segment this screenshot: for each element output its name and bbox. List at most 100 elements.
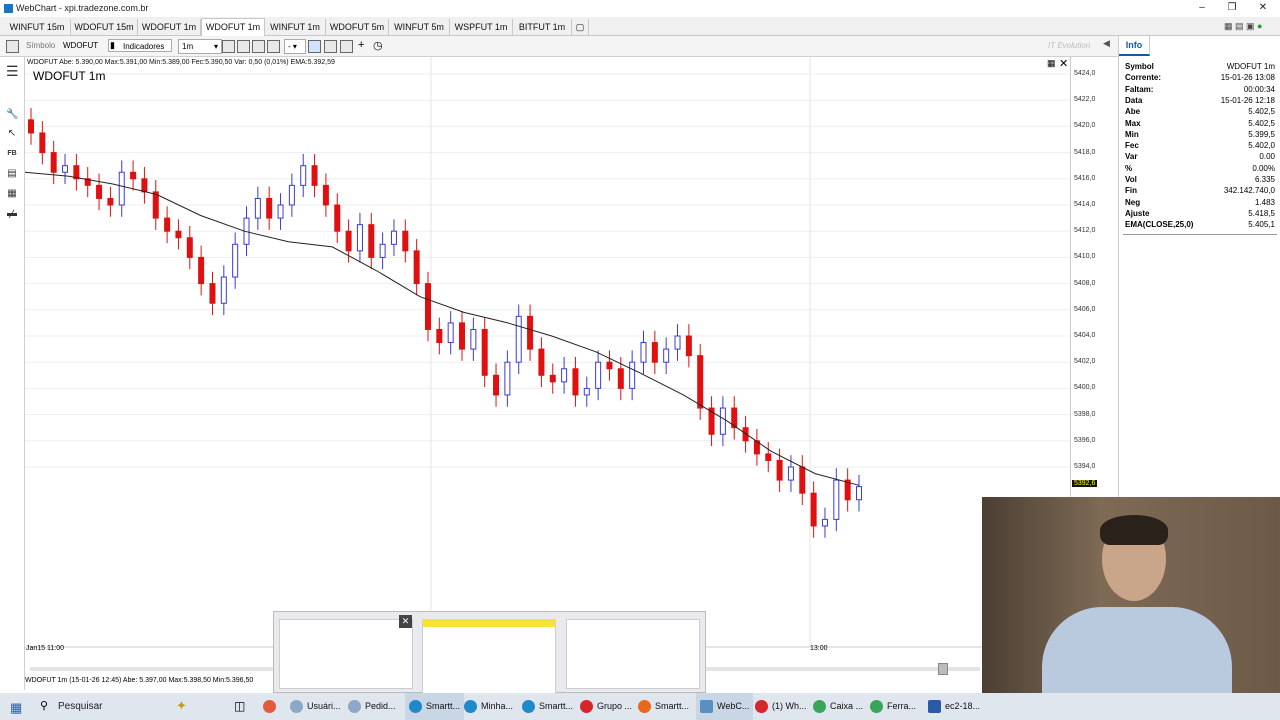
windows-start-icon[interactable]: ▦	[10, 700, 22, 716]
tab-wdofut-1m-active[interactable]: WDOFUT 1m	[201, 18, 265, 37]
tab-wdofut-1m[interactable]: WDOFUT 1m	[138, 19, 201, 35]
crosshair-icon[interactable]: +	[358, 39, 364, 51]
pointer-icon[interactable]: ↖	[6, 129, 18, 139]
taskbar-item-ferra[interactable]: Ferra...	[870, 693, 916, 720]
chart-menu-icon[interactable]	[6, 40, 19, 53]
layout-icon[interactable]	[308, 40, 321, 53]
candle-body	[345, 230, 352, 252]
taskbar-item-whatsapp[interactable]: (1) Wh...	[755, 693, 807, 720]
chart-options-icon[interactable]: ▦	[1047, 58, 1056, 69]
info-row: Abe 5.402,5	[1125, 107, 1275, 118]
tab-winfut-5m[interactable]: WINFUT 5m	[389, 19, 450, 35]
chart-canvas[interactable]	[24, 57, 1070, 657]
candle-body	[436, 328, 443, 344]
tab-bitfut-1m[interactable]: BITFUT 1m	[513, 19, 572, 35]
info-key: Fec	[1125, 141, 1139, 151]
taskbar-item-webchart[interactable]: WebC...	[696, 693, 754, 720]
info-key: Symbol	[1125, 62, 1154, 71]
tab-wdofut-5m[interactable]: WDOFUT 5m	[326, 19, 389, 35]
candle-body	[629, 361, 636, 389]
candle-body	[617, 368, 624, 389]
candle-body	[220, 276, 227, 304]
info-value: 5.402,5	[1248, 107, 1275, 117]
info-divider	[1123, 234, 1277, 235]
app-icon	[4, 4, 13, 13]
zoom-out-icon[interactable]	[237, 40, 250, 53]
fibonacci-icon[interactable]: FB	[6, 149, 18, 159]
taskbar-item-minha[interactable]: Minha...	[464, 693, 513, 720]
taskbar-item-smartt-2[interactable]: Smartt...	[522, 693, 573, 720]
scroll-handle[interactable]	[938, 663, 948, 675]
minimize-button[interactable]: –	[1192, 1, 1212, 15]
candle-body	[130, 171, 137, 180]
x-label-start: Jan15 11:00	[26, 645, 65, 652]
taskbar-preview[interactable]: ✕	[273, 611, 706, 696]
tab-winfut-1m[interactable]: WINFUT 1m	[265, 19, 326, 35]
save-icon[interactable]	[340, 40, 353, 53]
task-view-icon[interactable]: ◫	[234, 699, 245, 713]
candle-body	[118, 171, 125, 206]
candle-body	[28, 119, 34, 134]
info-value: 15-01-26 13:08	[1220, 73, 1275, 83]
tab-wspfut-1m[interactable]: WSPFUT 1m	[450, 19, 513, 35]
candle-body	[288, 184, 295, 206]
app-icon	[348, 700, 361, 714]
collapse-icon[interactable]: ◀	[1103, 38, 1110, 49]
menu-icon[interactable]: ☰	[6, 64, 19, 97]
candle-body	[504, 361, 511, 396]
taskbar-item-grupo[interactable]: Grupo ...	[580, 693, 632, 720]
bars-icon[interactable]: ▦	[6, 189, 18, 199]
zoom-in-icon[interactable]	[222, 40, 235, 53]
candle-body	[674, 335, 681, 350]
taskbar-item-caixa[interactable]: Caixa ...	[813, 693, 863, 720]
symbol-label: Símbolo	[26, 41, 56, 50]
info-row: Ajuste 5.418,5	[1125, 209, 1275, 220]
print-icon[interactable]	[324, 40, 337, 53]
taskbar-item-smartt-1[interactable]: Smartt...	[405, 693, 465, 720]
info-row: Fin 342.142.740,0	[1125, 186, 1275, 197]
candle-body	[606, 361, 613, 370]
info-tab[interactable]: Info	[1119, 36, 1150, 56]
preview-window-3[interactable]	[566, 619, 700, 689]
style-select[interactable]: - ▾	[284, 39, 306, 54]
preview-window-2[interactable]	[422, 619, 556, 696]
taskbar-item-usuari[interactable]: Usuári...	[290, 693, 341, 720]
close-button[interactable]: ✕	[1253, 1, 1273, 15]
y-tick-label: 5410,0	[1074, 253, 1096, 261]
y-tick-label: 5414,0	[1074, 201, 1096, 208]
info-value: 00:00:34	[1243, 84, 1275, 94]
interval-select[interactable]: 1m ▾	[178, 39, 222, 54]
search-box[interactable]: ⚲ Pesquisar ✦	[34, 693, 224, 720]
candle-body	[583, 387, 590, 396]
line-tool-icon[interactable]: ∕	[6, 208, 18, 220]
price-chart[interactable]: WDOFUT Abe: 5.390,00 Max:5.391,00 Min:5.…	[24, 57, 1070, 657]
tab-wdofut-15m[interactable]: WDOFUT 15m	[71, 19, 138, 35]
channel-icon[interactable]: ▤	[6, 169, 18, 179]
close-preview-icon[interactable]: ✕	[399, 615, 412, 628]
grid-icon[interactable]	[252, 40, 265, 53]
candle-body	[538, 348, 545, 376]
candle-body	[833, 479, 840, 520]
new-tab-icon[interactable]: ▢	[572, 19, 589, 35]
tab-winfut-15m[interactable]: WINFUT 15m	[4, 19, 71, 35]
wrench-icon[interactable]: 🔧	[6, 110, 18, 120]
taskbar-item-smartt-3[interactable]: Smartt...	[638, 693, 689, 720]
info-key: Var	[1125, 152, 1138, 162]
indicators-button[interactable]: Indicadores	[108, 39, 172, 52]
info-key: Neg	[1125, 197, 1141, 207]
info-value: 5.405,1	[1248, 220, 1275, 230]
close-chart-icon[interactable]: ✕	[1059, 57, 1068, 70]
taskbar: ▦ ⚲ Pesquisar ✦ ◫ Usuári... Pedid... Sma…	[0, 693, 1280, 720]
preview-window-1[interactable]	[279, 619, 413, 689]
browser-icon[interactable]	[263, 700, 276, 713]
candle-body	[561, 368, 568, 383]
symbol-input[interactable]: WDOFUT	[60, 39, 106, 52]
candle-body	[470, 328, 477, 350]
taskbar-item-ec2[interactable]: ec2-18...	[928, 693, 980, 720]
taskbar-item-pedid[interactable]: Pedid...	[348, 693, 396, 720]
info-row: Min 5.399,5	[1125, 130, 1275, 141]
eye-icon[interactable]	[267, 40, 280, 53]
toolbar-icons[interactable]: ▦ ▤ ▣ ●	[1224, 21, 1262, 32]
clock-icon[interactable]: ◷	[373, 39, 383, 52]
restore-button[interactable]: ❐	[1222, 1, 1242, 15]
